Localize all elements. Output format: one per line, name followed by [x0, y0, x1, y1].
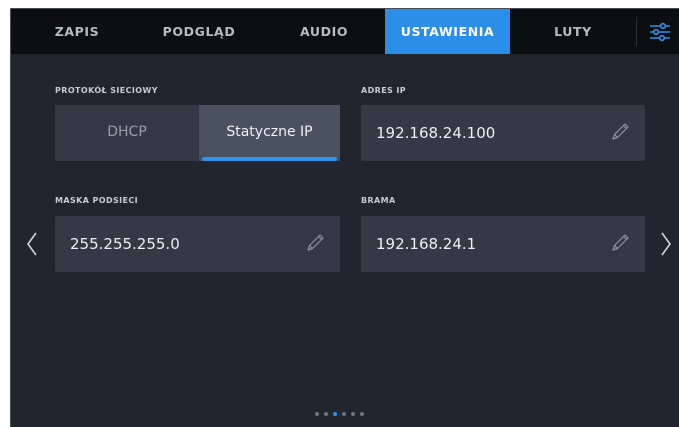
static-ip-option[interactable]: Statyczne IP [199, 105, 340, 161]
dhcp-option[interactable]: DHCP [55, 105, 199, 161]
tab-luty[interactable]: LUTY [538, 9, 608, 54]
gateway-field[interactable]: 192.168.24.1 [361, 216, 645, 272]
gateway-label: BRAMA [361, 196, 396, 205]
pencil-icon[interactable] [304, 232, 326, 254]
page-dot[interactable] [351, 412, 355, 416]
page-dot[interactable] [360, 412, 364, 416]
tab-bar: ZAPIS PODGLĄD AUDIO USTAWIENIA LUTY [11, 9, 679, 54]
tab-podglad[interactable]: PODGLĄD [154, 9, 244, 54]
ip-address-label: ADRES IP [361, 86, 407, 95]
selected-indicator [202, 157, 337, 161]
tab-separator [636, 17, 637, 46]
settings-screen: ZAPIS PODGLĄD AUDIO USTAWIENIA LUTY PROT… [10, 8, 679, 427]
static-ip-option-label: Statyczne IP [226, 124, 313, 140]
ip-address-value: 192.168.24.100 [376, 124, 496, 142]
tab-zapis[interactable]: ZAPIS [37, 9, 117, 54]
network-protocol-label: PROTOKÓŁ SIECIOWY [55, 86, 158, 95]
page-dot-active[interactable] [333, 412, 337, 416]
subnet-mask-label: MASKA PODSIECI [55, 196, 139, 205]
dhcp-option-label: DHCP [107, 124, 147, 140]
pencil-icon[interactable] [609, 232, 631, 254]
page-dot[interactable] [342, 412, 346, 416]
page-dot[interactable] [324, 412, 328, 416]
subnet-mask-value: 255.255.255.0 [70, 235, 180, 253]
ip-address-field[interactable]: 192.168.24.100 [361, 105, 645, 161]
sliders-icon[interactable] [645, 17, 675, 47]
pencil-icon[interactable] [609, 121, 631, 143]
subnet-mask-field[interactable]: 255.255.255.0 [55, 216, 340, 272]
chevron-right-icon[interactable] [659, 231, 673, 257]
gateway-value: 192.168.24.1 [376, 235, 477, 253]
tab-audio[interactable]: AUDIO [284, 9, 364, 54]
chevron-left-icon[interactable] [25, 231, 39, 257]
page-dot[interactable] [315, 412, 319, 416]
tab-ustawienia[interactable]: USTAWIENIA [385, 9, 510, 54]
